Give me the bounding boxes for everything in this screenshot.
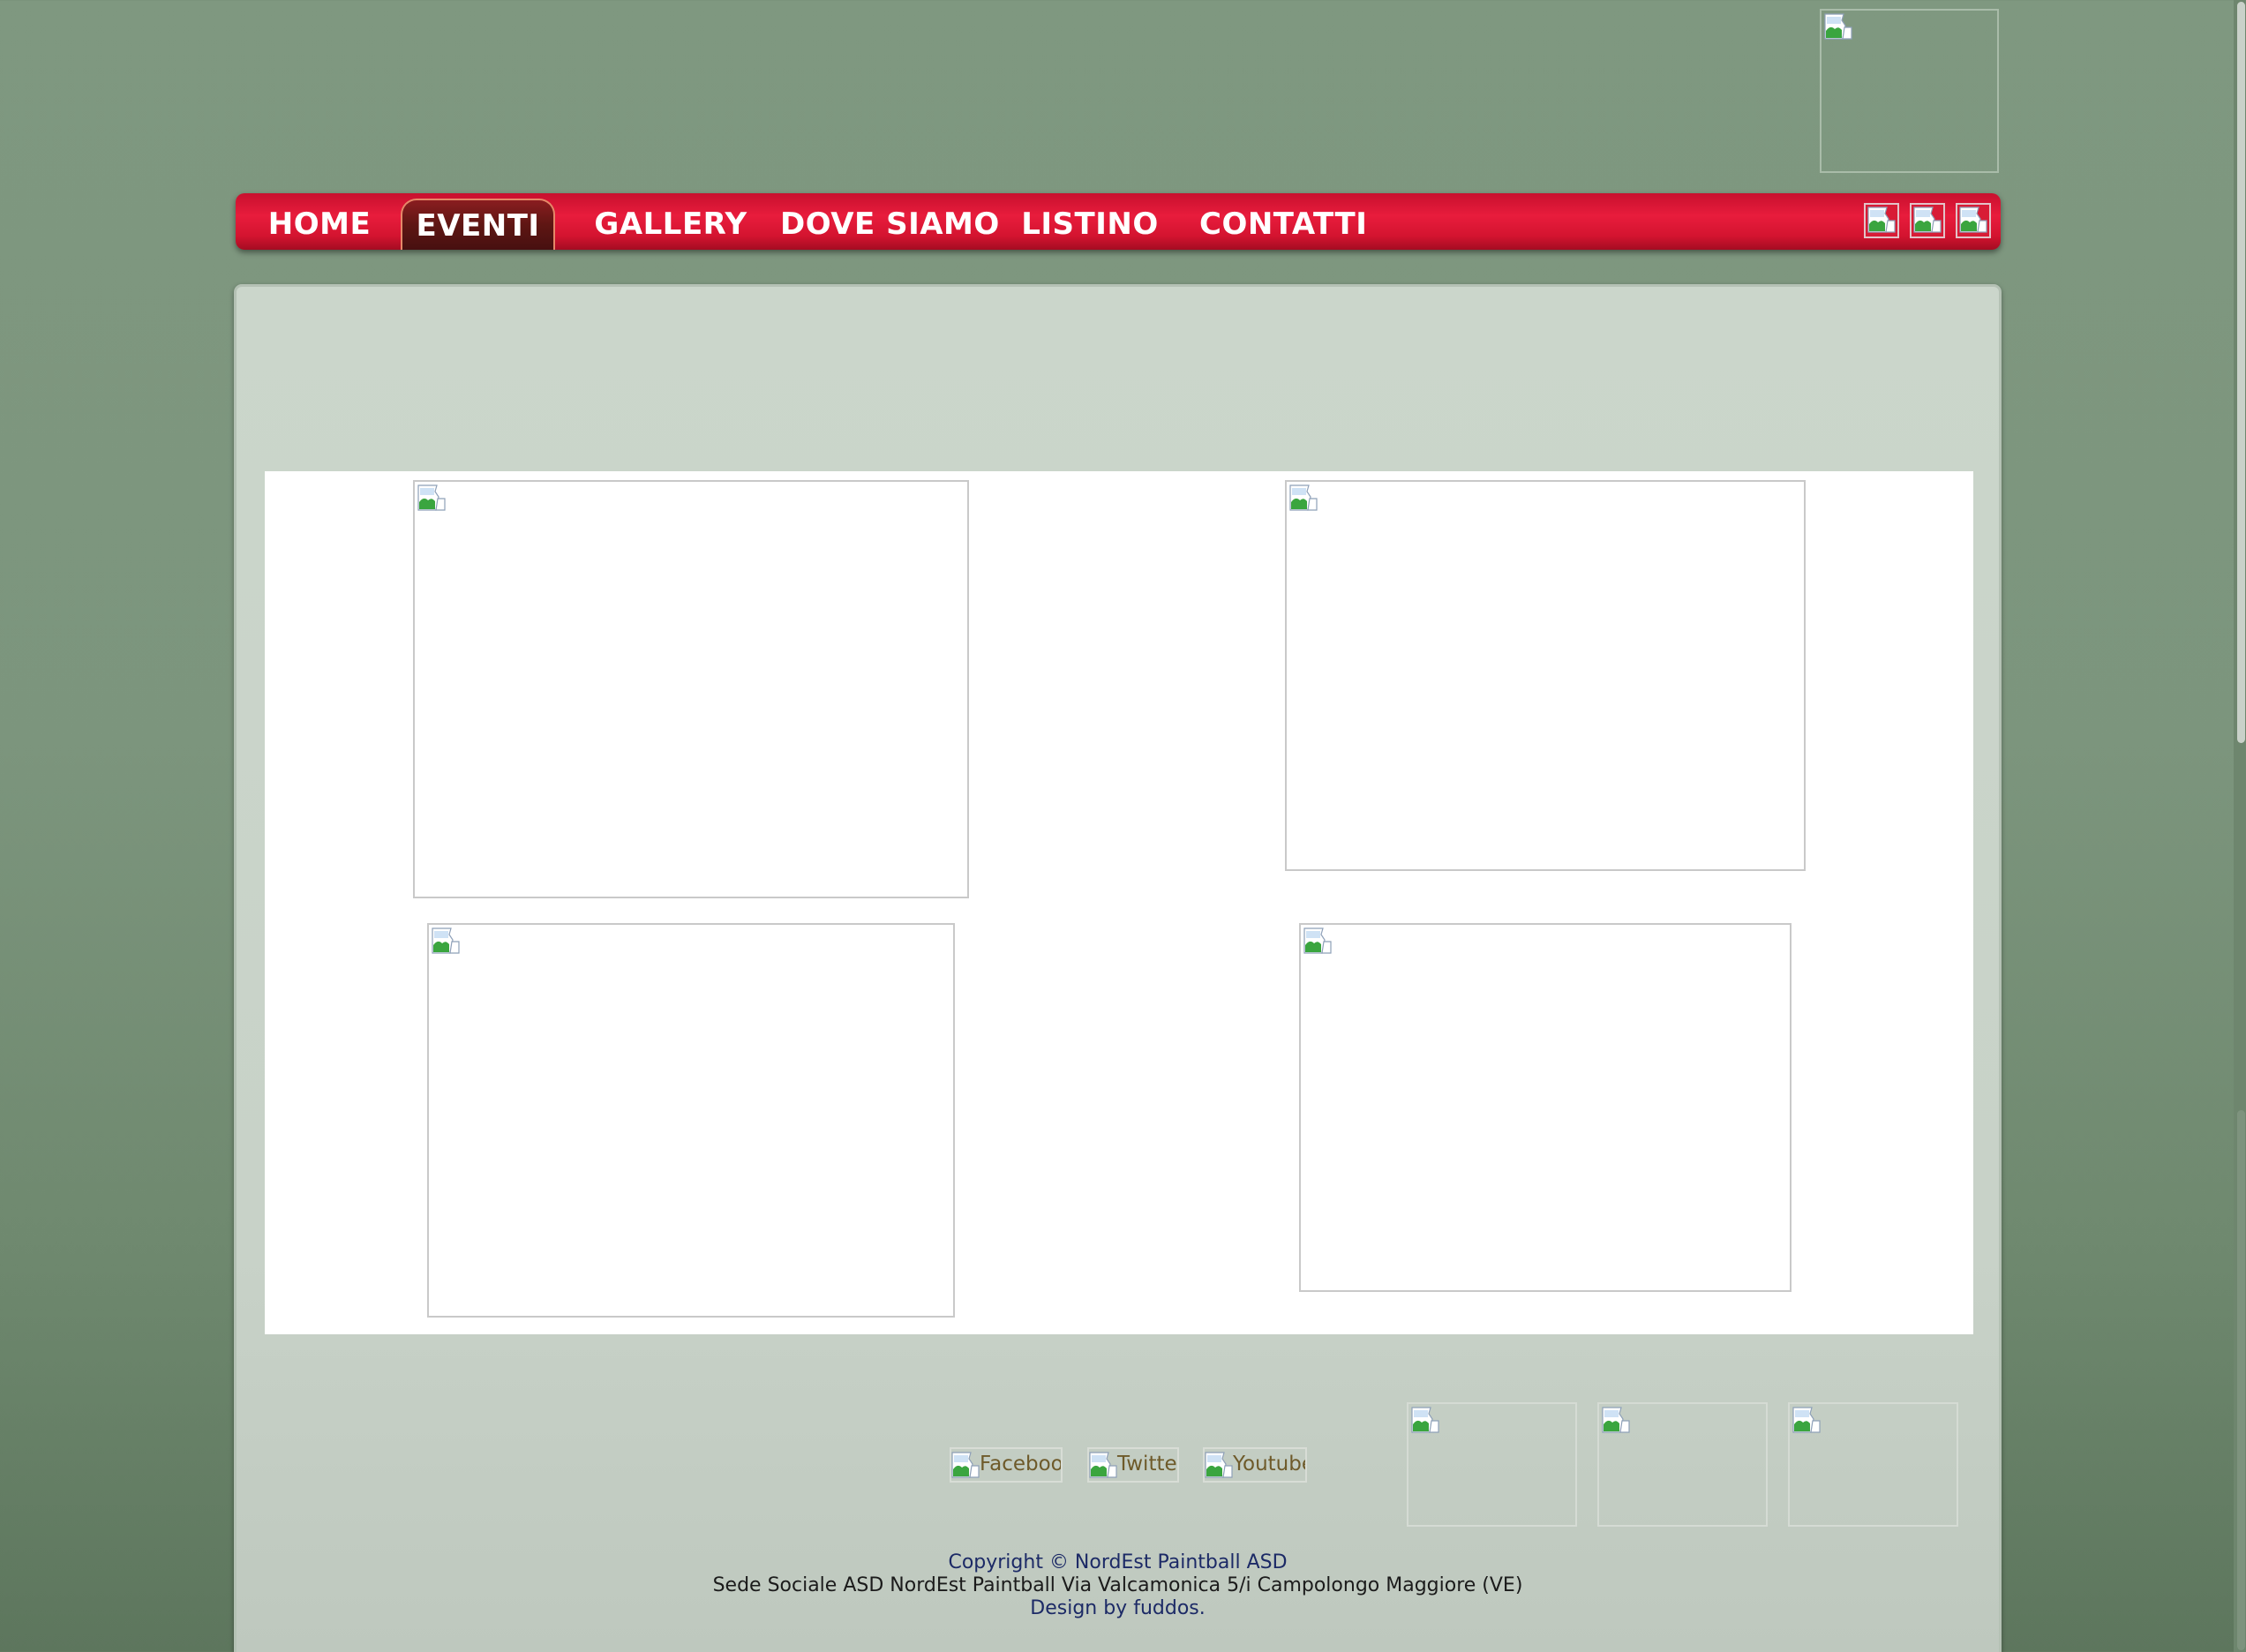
facebook-link[interactable]: Facebook — [950, 1447, 1063, 1483]
youtube-link[interactable]: Youtube — [1203, 1447, 1307, 1483]
sponsor-image-3[interactable] — [1788, 1402, 1958, 1527]
broken-image-icon — [1289, 484, 1318, 511]
twitter-icon — [1089, 1452, 1117, 1478]
nav-item-gallery[interactable]: GALLERY — [587, 199, 755, 250]
twitter-link[interactable]: Twitter — [1087, 1447, 1179, 1483]
main-navigation: HOME EVENTI GALLERY DOVE SIAMO LISTINO C… — [236, 193, 2001, 250]
youtube-label: Youtube — [1233, 1453, 1307, 1476]
broken-image-icon — [432, 927, 460, 954]
broken-image-icon — [1824, 13, 1852, 40]
nav-item-home[interactable]: HOME — [262, 199, 377, 250]
nav-social-icon-1[interactable] — [1864, 203, 1899, 238]
broken-image-icon — [1913, 206, 1942, 233]
youtube-icon — [1205, 1452, 1233, 1478]
nav-item-contatti[interactable]: CONTATTI — [1199, 199, 1367, 250]
footer-copyright: Copyright © NordEst Paintball ASD — [948, 1551, 1288, 1573]
scrollbar-thumb[interactable] — [2237, 2, 2245, 743]
nav-item-listino[interactable]: LISTINO — [1015, 199, 1165, 250]
broken-image-icon — [1602, 1407, 1630, 1433]
broken-image-icon — [1411, 1407, 1439, 1433]
broken-image-icon — [417, 484, 446, 511]
event-image-1[interactable] — [413, 480, 969, 898]
twitter-label: Twitter — [1117, 1453, 1179, 1476]
scrollbar-lower-region — [2237, 1110, 2245, 1650]
footer-address: Sede Sociale ASD NordEst Paintball Via V… — [712, 1574, 1523, 1596]
sponsor-image-1[interactable] — [1407, 1402, 1577, 1527]
event-image-4[interactable] — [1299, 923, 1792, 1292]
nav-item-eventi[interactable]: EVENTI — [401, 199, 555, 250]
footer-design-credit[interactable]: Design by fuddos. — [234, 1597, 2002, 1620]
nav-social-icon-2[interactable] — [1910, 203, 1945, 238]
broken-image-icon — [1303, 927, 1332, 954]
header-logo-image — [1820, 9, 1999, 173]
facebook-icon — [951, 1452, 980, 1478]
event-image-3[interactable] — [427, 923, 955, 1318]
broken-image-icon — [1867, 206, 1896, 233]
broken-image-icon — [1959, 206, 1987, 233]
nav-item-dove-siamo[interactable]: DOVE SIAMO — [780, 199, 999, 250]
facebook-label: Facebook — [980, 1453, 1063, 1476]
nav-social-icon-3[interactable] — [1956, 203, 1991, 238]
sponsor-image-2[interactable] — [1597, 1402, 1768, 1527]
broken-image-icon — [1792, 1407, 1821, 1433]
event-image-2[interactable] — [1285, 480, 1806, 871]
